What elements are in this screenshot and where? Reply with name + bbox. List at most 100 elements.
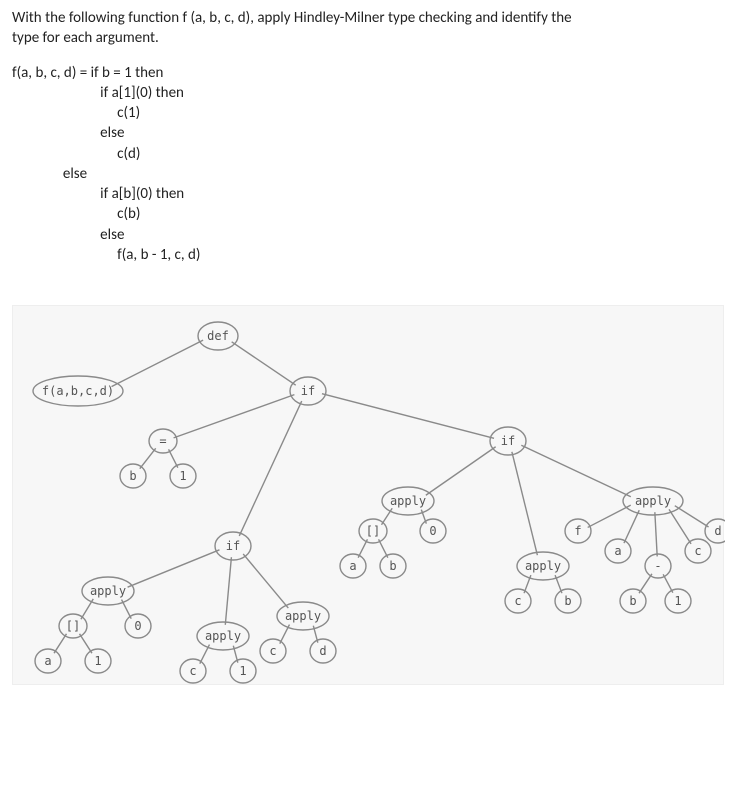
tree-edge xyxy=(426,447,496,495)
tree-node-label: apply xyxy=(205,629,241,643)
prompt-line-1: With the following function f (a, b, c, … xyxy=(12,9,572,27)
tree-node-c: c xyxy=(180,659,206,683)
tree-edge xyxy=(232,342,296,385)
tree-node-1: 1 xyxy=(85,649,111,673)
function-definition: f(a, b, c, d) = if b = 1 then if a[1](0)… xyxy=(12,63,724,266)
tree-node-0: 0 xyxy=(420,519,446,543)
tree-edge xyxy=(639,574,652,593)
tree-node-apply: apply xyxy=(82,577,134,605)
tree-node-label: d xyxy=(714,524,721,538)
tree-node-label: 1 xyxy=(94,654,101,668)
tree-node-label: b xyxy=(564,594,571,608)
tree-node-: - xyxy=(645,554,671,578)
tree-node-label: if xyxy=(501,434,515,448)
code-line: f(a, b - 1, c, d) xyxy=(12,246,200,264)
tree-node-label: b xyxy=(629,594,636,608)
tree-node-fabcd: f(a,b,c,d) xyxy=(33,376,123,406)
tree-node-label: def xyxy=(207,329,229,343)
code-line: c(b) xyxy=(12,205,140,223)
code-line: if a[1](0) then xyxy=(12,84,184,102)
tree-edge xyxy=(112,340,204,387)
tree-node-f: f xyxy=(565,519,591,543)
tree-node-label: b xyxy=(129,469,136,483)
tree-node-c: c xyxy=(260,639,286,663)
tree-node-label: 0 xyxy=(134,619,141,633)
tree-node-: = xyxy=(149,429,177,453)
code-line: c(d) xyxy=(12,145,140,163)
tree-node-0: 0 xyxy=(125,614,151,638)
tree-node-label: apply xyxy=(285,609,321,623)
ast-diagram: def f(a,b,c,d) if = b 1 if apply [] 0 a 1 apply c 1 app… xyxy=(12,305,724,685)
tree-node-c: c xyxy=(505,589,531,613)
tree-edge xyxy=(239,401,301,536)
tree-node-apply: apply xyxy=(517,552,569,580)
tree-node-b: b xyxy=(555,589,581,613)
tree-node-if: if xyxy=(290,377,326,405)
tree-node-label: - xyxy=(654,559,661,573)
tree-node-1: 1 xyxy=(170,464,196,488)
tree-node-a: a xyxy=(35,649,61,673)
tree-node-if: if xyxy=(490,427,526,455)
tree-node-1: 1 xyxy=(230,659,256,683)
page: With the following function f (a, b, c, … xyxy=(0,0,736,693)
tree-node-b: b xyxy=(620,589,646,613)
tree-node-label: c xyxy=(189,664,196,678)
tree-node-: [] xyxy=(359,519,387,543)
code-line: c(1) xyxy=(12,104,140,122)
tree-node-1: 1 xyxy=(665,589,691,613)
tree-edge xyxy=(624,510,639,543)
tree-edge xyxy=(588,505,631,527)
tree-node-apply: apply xyxy=(197,622,249,650)
tree-node-label: f xyxy=(574,524,581,538)
tree-edge xyxy=(225,557,231,625)
tree-node-d: d xyxy=(705,519,725,543)
tree-node-label: b xyxy=(389,559,396,573)
code-line: f(a, b, c, d) = if b = 1 then xyxy=(12,64,163,82)
tree-node-label: d xyxy=(319,644,326,658)
tree-edge xyxy=(128,550,220,587)
tree-node-label: a xyxy=(614,544,621,558)
tree-node-apply: apply xyxy=(382,487,434,515)
tree-node-label: a xyxy=(349,559,356,573)
tree-edge xyxy=(140,448,156,468)
tree-edge xyxy=(243,554,288,608)
tree-node-label: 0 xyxy=(429,524,436,538)
code-line: else xyxy=(12,165,87,183)
tree-node-label: 1 xyxy=(179,469,186,483)
tree-node-: [] xyxy=(59,614,87,638)
tree-node-label: = xyxy=(159,434,166,448)
tree-node-label: [] xyxy=(66,619,80,633)
tree-node-label: 1 xyxy=(674,594,681,608)
code-line: if a[b](0) then xyxy=(12,185,184,203)
tree-node-apply: apply xyxy=(277,602,329,630)
prompt-line-2: type for each argument. xyxy=(12,29,159,47)
tree-node-a: a xyxy=(340,554,366,578)
tree-edge xyxy=(174,395,295,438)
tree-node-label: apply xyxy=(635,494,671,508)
tree-node-label: apply xyxy=(90,584,126,598)
tree-edge xyxy=(675,506,709,527)
tree-node-label: a xyxy=(44,654,51,668)
tree-node-label: if xyxy=(226,539,240,553)
code-line: else xyxy=(12,226,124,244)
tree-node-label: c xyxy=(694,544,701,558)
tree-node-label: f(a,b,c,d) xyxy=(42,384,114,398)
tree-node-label: if xyxy=(301,384,315,398)
tree-edge xyxy=(80,634,92,653)
tree-edge xyxy=(512,452,538,555)
tree-node-label: apply xyxy=(525,559,561,573)
tree-edge xyxy=(521,445,631,496)
code-line: else xyxy=(12,124,124,142)
tree-node-a: a xyxy=(605,539,631,563)
tree-node-apply: apply xyxy=(623,487,683,515)
tree-node-label: 1 xyxy=(239,664,246,678)
tree-node-b: b xyxy=(380,554,406,578)
tree-node-c: c xyxy=(685,539,711,563)
tree-edge xyxy=(655,512,657,556)
tree-node-d: d xyxy=(310,639,336,663)
tree-node-label: c xyxy=(514,594,521,608)
tree-edge xyxy=(54,634,66,653)
tree-node-label: c xyxy=(269,644,276,658)
problem-statement: With the following function f (a, b, c, … xyxy=(12,8,724,49)
ast-svg: def f(a,b,c,d) if = b 1 if apply [] 0 a 1 apply c 1 app… xyxy=(13,306,725,686)
